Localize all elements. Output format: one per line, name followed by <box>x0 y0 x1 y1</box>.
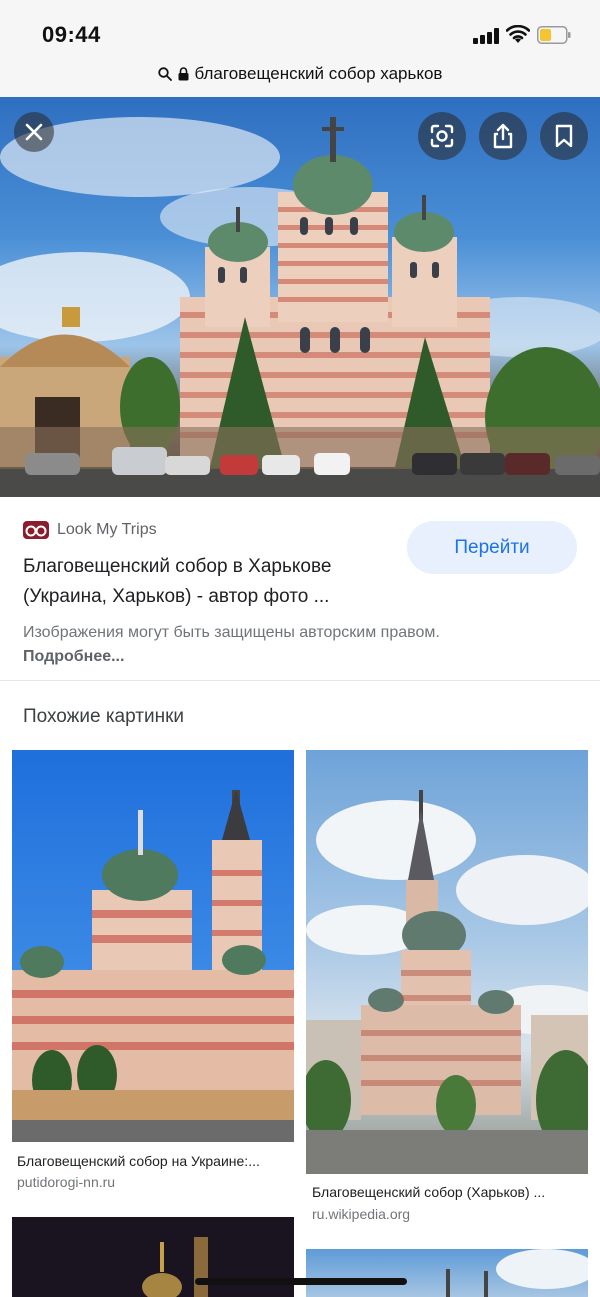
battery-icon <box>537 26 571 44</box>
similar-image-source: putidorogi-nn.ru <box>17 1174 116 1190</box>
similar-image-caption[interactable]: Благовещенский собор на Украине:... <box>17 1153 260 1169</box>
copyright-text: Изображения могут быть защищены авторски… <box>23 624 440 641</box>
cathedral-thumbnail <box>446 1249 588 1297</box>
cellular-signal-icon <box>473 28 499 44</box>
address-bar[interactable]: благовещенский собор харьков <box>0 58 600 97</box>
search-icon <box>157 67 172 81</box>
bookmark-icon <box>555 124 573 148</box>
cathedral-thumbnail <box>306 790 588 1174</box>
status-bar: 09:44 <box>0 0 600 58</box>
similar-image[interactable] <box>12 1217 294 1297</box>
divider <box>0 680 600 681</box>
copyright-notice: Изображения могут быть защищены авторски… <box>23 621 463 669</box>
close-icon <box>25 123 43 141</box>
visit-button[interactable]: Перейти <box>407 521 577 574</box>
result-title[interactable]: Благовещенский собор в Харькове (Украина… <box>23 552 393 612</box>
share-icon <box>493 123 513 149</box>
source-name: Look My Trips <box>57 521 157 538</box>
bookmark-button[interactable] <box>540 112 588 160</box>
close-button[interactable] <box>14 112 54 152</box>
similar-image-caption[interactable]: Благовещенский собор (Харьков) ... <box>312 1184 545 1200</box>
lock-icon <box>178 67 189 81</box>
result-source[interactable]: Look My Trips <box>23 518 157 542</box>
similar-images-heading: Похожие картинки <box>23 706 184 727</box>
lens-icon <box>430 124 454 148</box>
status-time: 09:44 <box>42 22 101 47</box>
lens-search-button[interactable] <box>418 112 466 160</box>
cathedral-thumbnail <box>12 790 294 1142</box>
url-query: благовещенский собор харьков <box>194 64 443 83</box>
similar-image[interactable] <box>12 750 294 1142</box>
main-image[interactable] <box>0 97 600 497</box>
home-indicator[interactable] <box>195 1278 407 1285</box>
similar-image[interactable] <box>306 750 588 1174</box>
similar-image-source: ru.wikipedia.org <box>312 1206 411 1222</box>
cathedral-night-thumbnail <box>142 1237 208 1297</box>
wifi-icon <box>506 25 530 43</box>
look-my-trips-logo-icon <box>23 521 49 539</box>
more-link[interactable]: Подробнее... <box>23 648 124 665</box>
share-button[interactable] <box>479 112 527 160</box>
similar-image[interactable] <box>306 1249 588 1297</box>
